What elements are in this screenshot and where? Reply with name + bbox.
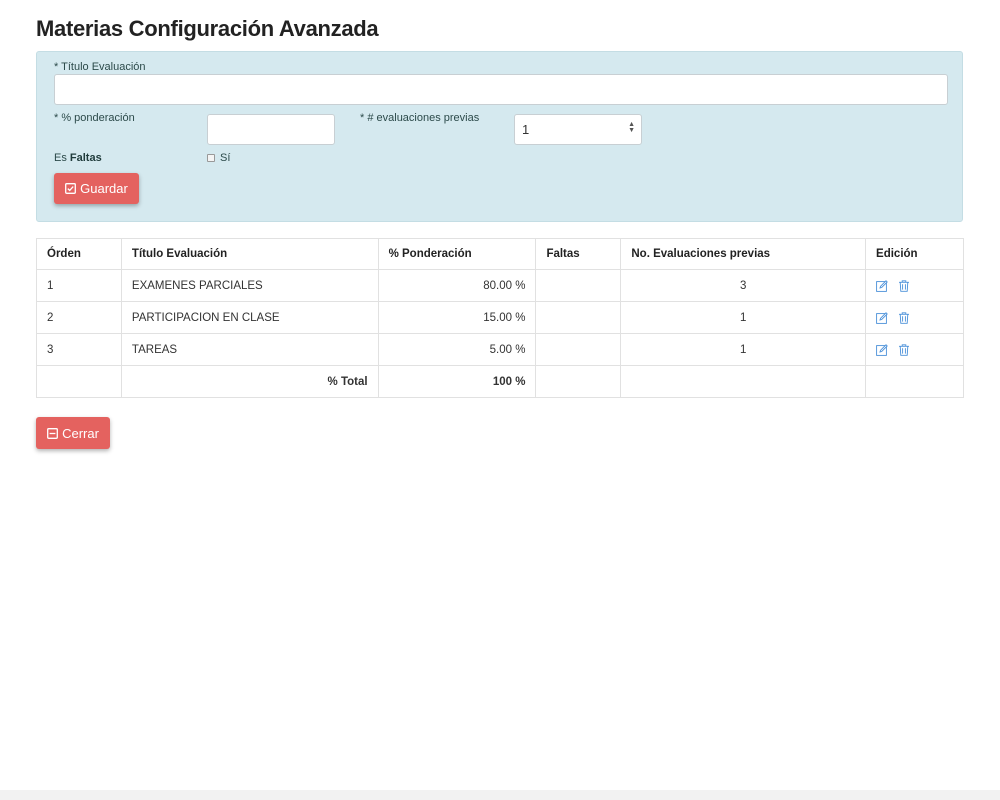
faltas-option-label: Sí bbox=[220, 152, 231, 164]
faltas-prefix: Es bbox=[54, 152, 67, 164]
cell-orden: 1 bbox=[36, 269, 122, 302]
table-row: 3 TAREAS 5.00 % 1 bbox=[36, 333, 964, 366]
table-row: 1 EXAMENES PARCIALES 80.00 % 3 bbox=[36, 269, 964, 302]
cell-titulo: EXAMENES PARCIALES bbox=[120, 269, 379, 302]
cell-previas: 1 bbox=[620, 301, 867, 334]
titulo-label: * Título Evaluación bbox=[54, 61, 146, 73]
cell-titulo: TAREAS bbox=[120, 333, 379, 366]
table-total-row: % Total 100 % bbox=[36, 365, 964, 398]
table-header-row: Órden Título Evaluación % Ponderación Fa… bbox=[36, 238, 964, 270]
evaluation-form-panel: * Título Evaluación * % ponderación * # … bbox=[36, 51, 963, 222]
col-header-titulo[interactable]: Título Evaluación bbox=[120, 238, 379, 270]
cell-edicion bbox=[865, 333, 964, 366]
col-header-edicion: Edición bbox=[865, 238, 964, 270]
edit-icon[interactable] bbox=[876, 343, 888, 356]
minus-square-icon bbox=[47, 427, 59, 439]
save-button[interactable]: Guardar bbox=[54, 173, 139, 204]
evaluaciones-previas-label: * # evaluaciones previas bbox=[360, 112, 480, 124]
total-value: 100 % bbox=[377, 365, 537, 398]
close-button-label: Cerrar bbox=[62, 425, 99, 441]
trash-icon[interactable] bbox=[898, 343, 910, 356]
cell-edicion bbox=[865, 269, 964, 302]
faltas-bold: Faltas bbox=[69, 152, 102, 164]
cell-ponderacion: 15.00 % bbox=[377, 301, 537, 334]
col-header-ponderacion[interactable]: % Ponderación bbox=[377, 238, 537, 270]
edit-icon[interactable] bbox=[876, 311, 888, 324]
edit-icon[interactable] bbox=[876, 279, 888, 292]
page-title: Materias Configuración Avanzada bbox=[36, 16, 379, 41]
cell-ponderacion: 80.00 % bbox=[377, 269, 537, 302]
evaluations-table: Órden Título Evaluación % Ponderación Fa… bbox=[36, 238, 964, 398]
select-arrows-icon: ▲ ▼ bbox=[628, 121, 635, 134]
cell-orden: 3 bbox=[36, 333, 122, 366]
cell-ponderacion: 5.00 % bbox=[377, 333, 537, 366]
close-button[interactable]: Cerrar bbox=[36, 417, 110, 449]
cell-titulo: PARTICIPACION EN CLASE bbox=[120, 301, 379, 334]
table-row: 2 PARTICIPACION EN CLASE 15.00 % 1 bbox=[36, 301, 964, 334]
col-header-orden[interactable]: Órden bbox=[36, 238, 122, 270]
titulo-input[interactable] bbox=[54, 74, 948, 105]
trash-icon[interactable] bbox=[898, 311, 910, 324]
evaluaciones-previas-value: 1 bbox=[522, 122, 530, 137]
ponderacion-label: * % ponderación bbox=[54, 112, 135, 124]
col-header-previas[interactable]: No. Evaluaciones previas bbox=[620, 238, 867, 270]
total-label: % Total bbox=[120, 365, 379, 398]
cell-faltas bbox=[535, 301, 622, 334]
checkbox-check-icon bbox=[65, 183, 77, 194]
col-header-faltas[interactable]: Faltas bbox=[535, 238, 622, 270]
cell-previas: 1 bbox=[620, 333, 867, 366]
cell-edicion bbox=[865, 301, 964, 334]
faltas-checkbox[interactable] bbox=[207, 154, 215, 162]
cell-faltas bbox=[535, 269, 622, 302]
ponderacion-input[interactable] bbox=[207, 114, 335, 145]
save-button-label: Guardar bbox=[80, 181, 128, 196]
evaluaciones-previas-select[interactable]: 1 ▲ ▼ bbox=[514, 114, 642, 145]
faltas-label: Es Faltas bbox=[54, 152, 102, 164]
cell-orden: 2 bbox=[36, 301, 122, 334]
trash-icon[interactable] bbox=[898, 279, 910, 292]
cell-faltas bbox=[535, 333, 622, 366]
footer-bar bbox=[0, 790, 1000, 800]
cell-previas: 3 bbox=[620, 269, 867, 302]
